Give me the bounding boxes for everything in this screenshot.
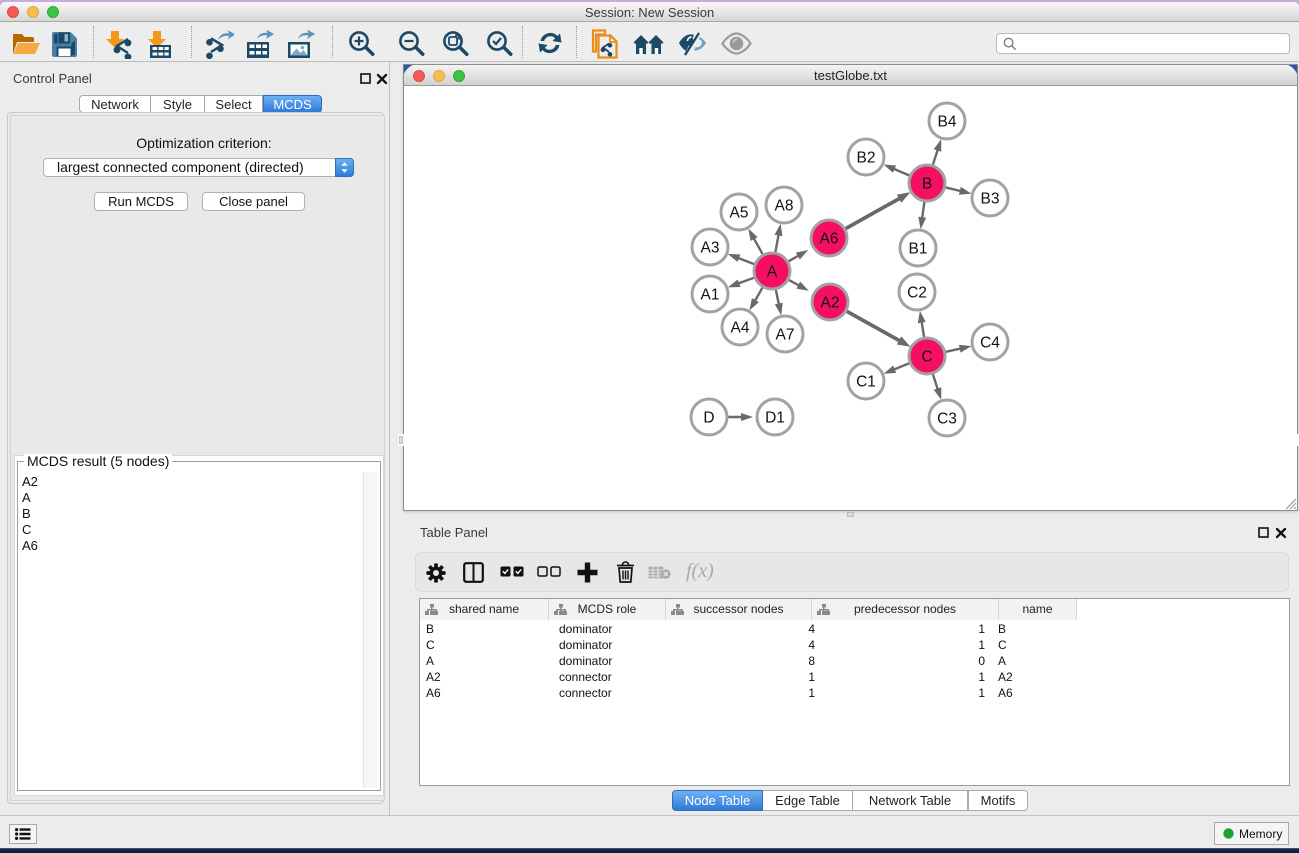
svg-text:B: B <box>922 176 932 193</box>
svg-text:C: C <box>921 349 932 366</box>
svg-text:A4: A4 <box>731 320 750 337</box>
svg-text:C3: C3 <box>937 411 957 428</box>
svg-text:C4: C4 <box>980 335 1000 352</box>
svg-text:B2: B2 <box>857 150 876 167</box>
svg-text:A1: A1 <box>701 287 720 304</box>
svg-text:A6: A6 <box>820 231 839 248</box>
svg-text:A5: A5 <box>730 205 749 222</box>
svg-text:D: D <box>703 410 714 427</box>
svg-text:A8: A8 <box>775 198 794 215</box>
svg-text:C1: C1 <box>856 374 876 391</box>
svg-text:C2: C2 <box>907 285 927 302</box>
svg-text:D1: D1 <box>765 410 785 427</box>
svg-text:A3: A3 <box>701 240 720 257</box>
svg-text:A7: A7 <box>776 327 795 344</box>
svg-text:B4: B4 <box>938 114 957 131</box>
svg-text:A2: A2 <box>821 295 840 312</box>
svg-text:A: A <box>767 264 778 281</box>
svg-text:B1: B1 <box>909 241 928 258</box>
svg-text:B3: B3 <box>981 191 1000 208</box>
